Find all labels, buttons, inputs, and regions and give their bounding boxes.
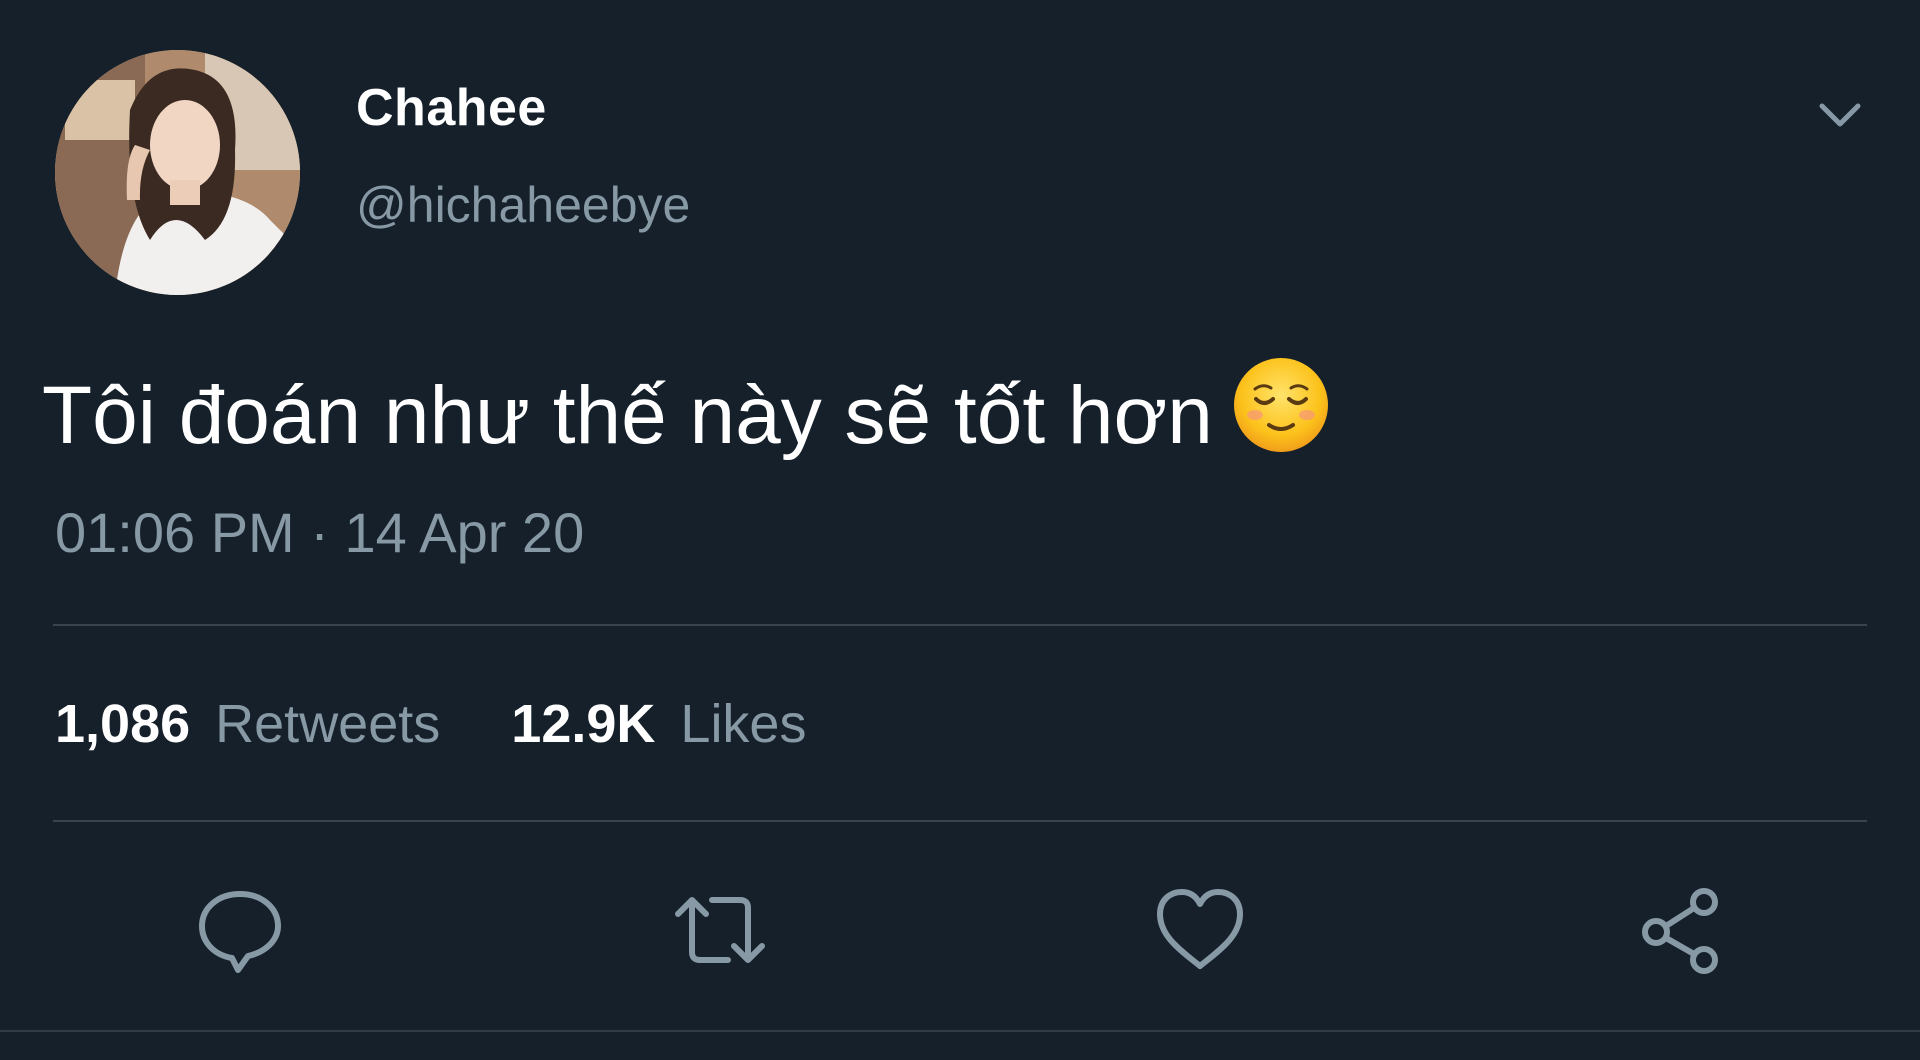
retweets-stat[interactable]: 1,086 Retweets [55,693,440,755]
tweet-card: Chahee @hichaheebye Tôi đoán như thế này… [0,0,1920,1060]
relieved-face-emoji [1231,355,1331,455]
tweet-text: Tôi đoán như thế này sẽ tốt hơn [42,355,1331,457]
retweets-count: 1,086 [55,694,191,754]
reply-icon[interactable] [190,880,290,980]
bottom-border [0,1030,1920,1032]
avatar[interactable] [55,50,300,295]
heart-icon[interactable] [1150,880,1250,980]
likes-label: Likes [680,694,807,754]
likes-count: 12.9K [511,694,656,754]
retweets-label: Retweets [215,694,441,754]
chevron-down-icon[interactable] [1810,90,1870,140]
divider [53,820,1867,822]
share-icon[interactable] [1632,880,1732,980]
user-handle[interactable]: @hichaheebye [356,176,690,234]
tweet-timestamp[interactable]: 01:06 PM · 14 Apr 20 [55,500,584,565]
display-name[interactable]: Chahee [356,78,547,138]
retweet-icon[interactable] [670,880,770,980]
tweet-text-content: Tôi đoán như thế này sẽ tốt hơn [42,370,1213,461]
divider [53,624,1867,626]
likes-stat[interactable]: 12.9K Likes [511,693,806,755]
tweet-stats: 1,086 Retweets 12.9K Likes [55,693,862,755]
avatar-photo [55,50,300,295]
